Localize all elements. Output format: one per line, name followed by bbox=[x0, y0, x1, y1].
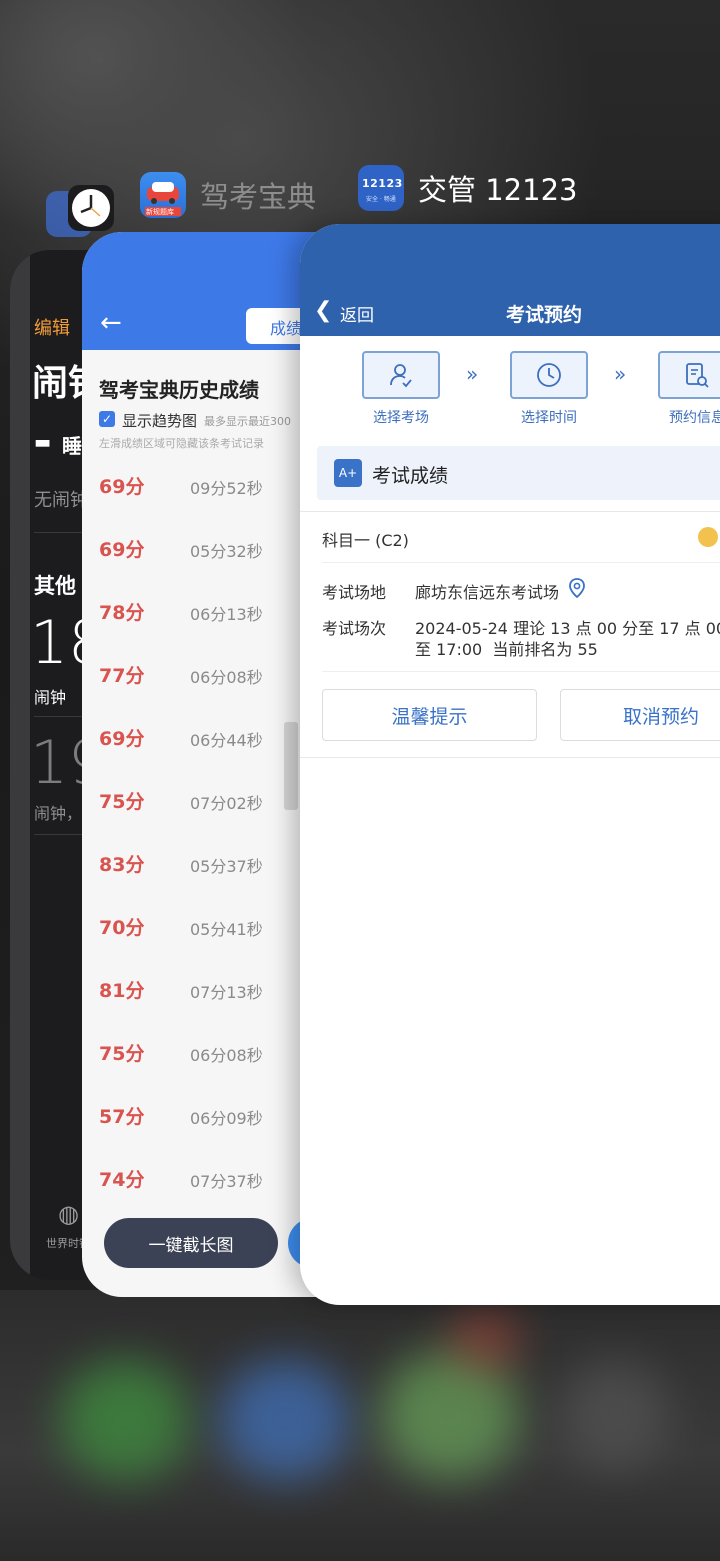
result-duration: 06分09秒 bbox=[190, 1109, 263, 1128]
swipe-hint: 左滑成绩区域可隐藏该条考试记录 bbox=[99, 437, 264, 450]
result-duration: 06分08秒 bbox=[190, 1046, 263, 1065]
drive-app-label[interactable]: 新规题库 驾考宝典 bbox=[140, 172, 316, 218]
drive-icon-badge: 新规题库 bbox=[146, 208, 174, 216]
result-duration: 09分52秒 bbox=[190, 479, 263, 498]
drive-app-name: 驾考宝典 bbox=[200, 180, 317, 214]
screenshot-button-label: 一键截长图 bbox=[148, 1235, 234, 1256]
back-arrow-icon[interactable]: ← bbox=[100, 308, 122, 338]
alarm-label: 闹钟， bbox=[34, 804, 83, 823]
result-score: 57分 bbox=[99, 1106, 145, 1128]
result-duration: 07分02秒 bbox=[190, 794, 263, 813]
divider bbox=[322, 671, 720, 672]
user-check-icon bbox=[390, 364, 412, 388]
cancel-button-label: 取消预约 bbox=[622, 705, 699, 728]
tips-button[interactable]: 温馨提示 bbox=[322, 689, 537, 741]
traffic-app-icon: 12123 安全 · 畅通 bbox=[358, 165, 404, 211]
result-duration: 07分13秒 bbox=[190, 983, 263, 1002]
location-pin-icon[interactable] bbox=[567, 577, 587, 599]
double-chevron-icon: » bbox=[466, 362, 479, 386]
scrollbar[interactable] bbox=[284, 722, 298, 810]
other-heading: 其他 bbox=[34, 574, 76, 598]
result-duration: 05分41秒 bbox=[190, 920, 263, 939]
divider bbox=[322, 562, 720, 563]
result-score: 77分 bbox=[99, 665, 145, 687]
step-label: 预约信息 bbox=[669, 410, 720, 426]
step-appointment-info[interactable] bbox=[658, 351, 720, 399]
result-score: 83分 bbox=[99, 854, 145, 876]
traffic-app-name: 交管 12123 bbox=[418, 173, 578, 207]
section-header: A+ 考试成绩 bbox=[317, 446, 720, 500]
clock-app-label[interactable] bbox=[46, 185, 114, 237]
step-select-venue[interactable] bbox=[362, 351, 440, 399]
session-value-line2: 至 17:00 当前排名为 55 bbox=[415, 640, 598, 659]
back-button[interactable]: 返回 bbox=[340, 301, 374, 326]
result-duration: 05分37秒 bbox=[190, 857, 263, 876]
result-score: 69分 bbox=[99, 728, 145, 750]
result-score: 70分 bbox=[99, 917, 145, 939]
step-select-time[interactable] bbox=[510, 351, 588, 399]
result-duration: 06分13秒 bbox=[190, 605, 263, 624]
chevron-left-icon[interactable]: ❮ bbox=[314, 298, 332, 323]
result-duration: 07分37秒 bbox=[190, 1172, 263, 1191]
clock-app-icon bbox=[68, 185, 114, 231]
traffic-icon-sub: 安全 · 畅通 bbox=[366, 196, 396, 203]
clock-icon bbox=[537, 363, 561, 387]
traffic-app-label[interactable]: 12123 安全 · 畅通 交管 12123 bbox=[358, 165, 577, 211]
result-score: 69分 bbox=[99, 539, 145, 561]
divider bbox=[300, 511, 720, 512]
result-score: 81分 bbox=[99, 980, 145, 1002]
result-score: 78分 bbox=[99, 602, 145, 624]
result-duration: 06分08秒 bbox=[190, 668, 263, 687]
document-search-icon bbox=[686, 363, 709, 388]
section-title: 考试成绩 bbox=[372, 465, 449, 487]
trend-checkbox-label: 显示趋势图 bbox=[122, 412, 198, 430]
session-label: 考试场次 bbox=[322, 619, 387, 638]
result-duration: 05分32秒 bbox=[190, 542, 263, 561]
divider bbox=[300, 757, 720, 758]
step-label: 选择考场 bbox=[373, 410, 429, 426]
venue-label: 考试场地 bbox=[322, 583, 387, 602]
traffic-icon-text: 12123 bbox=[362, 177, 403, 190]
tab-results-label: 成绩 bbox=[270, 319, 303, 338]
globe-icon: ◍ bbox=[58, 1200, 79, 1228]
clock-edit-button[interactable]: 编辑 bbox=[34, 314, 70, 340]
result-score: 75分 bbox=[99, 791, 145, 813]
grade-icon: A+ bbox=[334, 459, 362, 487]
double-chevron-icon: » bbox=[614, 362, 627, 386]
result-score: 75分 bbox=[99, 1043, 145, 1065]
traffic-app-card[interactable]: ❮ 返回 考试预约 选择考场 » 选择时间 » 预约信息 A+ 考试成绩 科目一… bbox=[300, 224, 720, 1305]
no-alarm-text: 无闹钟 bbox=[34, 490, 88, 511]
venue-value: 廊坊东信远东考试场 bbox=[415, 583, 560, 602]
page-title: 考试预约 bbox=[506, 304, 583, 326]
result-score: 74分 bbox=[99, 1169, 145, 1191]
exam-subject: 科目一 (C2) bbox=[322, 531, 409, 550]
traffic-header: ❮ 返回 考试预约 bbox=[300, 224, 720, 336]
result-duration: 06分44秒 bbox=[190, 731, 263, 750]
trend-note: 最多显示最近300 bbox=[204, 415, 291, 428]
trend-checkbox[interactable]: ✓ bbox=[99, 411, 115, 427]
alarm-label: 闹钟 bbox=[34, 688, 67, 707]
status-clock-icon bbox=[698, 527, 718, 547]
home-dock-blurred bbox=[0, 1290, 720, 1561]
step-label: 选择时间 bbox=[521, 410, 577, 426]
card-edge bbox=[10, 250, 30, 1280]
bed-icon: ▬ bbox=[34, 432, 52, 453]
page-title: 驾考宝典历史成绩 bbox=[99, 378, 259, 402]
drive-app-icon: 新规题库 bbox=[140, 172, 186, 218]
result-score: 69分 bbox=[99, 476, 145, 498]
screenshot-button[interactable]: 一键截长图 bbox=[104, 1218, 278, 1268]
cancel-appointment-button[interactable]: 取消预约 bbox=[560, 689, 720, 741]
tips-button-label: 温馨提示 bbox=[391, 705, 468, 728]
